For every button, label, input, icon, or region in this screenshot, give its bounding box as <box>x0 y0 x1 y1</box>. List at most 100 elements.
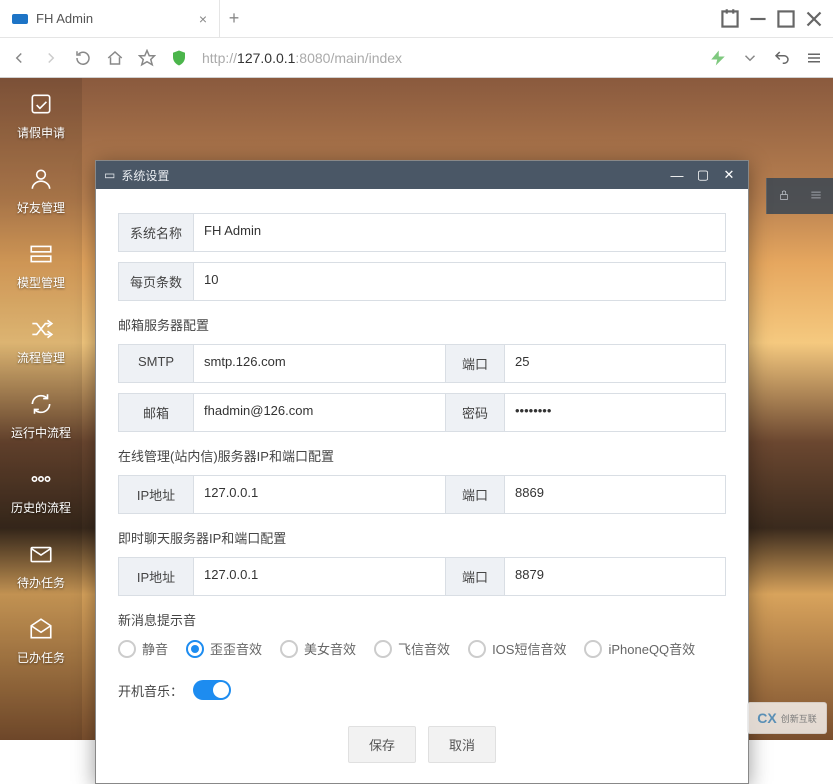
dots-icon <box>27 465 55 493</box>
password-input[interactable]: •••••••• <box>505 394 725 431</box>
back-icon[interactable] <box>10 49 28 67</box>
chat-section-title: 即时聊天服务器IP和端口配置 <box>118 528 726 547</box>
page-size-input[interactable]: 10 <box>194 263 725 300</box>
online-port-input[interactable]: 8869 <box>505 476 725 513</box>
menu-icon[interactable] <box>809 188 823 205</box>
modal-minimize-icon[interactable]: — <box>666 166 688 184</box>
watermark-text: 创新互联 <box>781 712 817 725</box>
pin-icon[interactable] <box>717 8 743 30</box>
url-path: /main/index <box>330 50 402 66</box>
header-right-bar <box>766 178 833 214</box>
maximize-icon[interactable] <box>773 8 799 30</box>
reload-icon[interactable] <box>74 49 92 67</box>
sidebar-item-label: 请假申请 <box>17 124 65 141</box>
star-icon[interactable] <box>138 49 156 67</box>
cancel-button[interactable]: 取消 <box>428 726 496 763</box>
chevron-down-icon[interactable] <box>741 49 759 67</box>
new-tab-button[interactable]: + <box>220 8 248 29</box>
modal-titlebar[interactable]: ▭ 系统设置 — ▢ ✕ <box>96 161 748 189</box>
mail-section-title: 邮箱服务器配置 <box>118 315 726 334</box>
url-host: 127.0.0.1 <box>237 50 295 66</box>
browser-tab[interactable]: FH Admin × <box>0 0 220 37</box>
sidebar-item-label: 流程管理 <box>17 349 65 366</box>
smtp-input[interactable]: smtp.126.com <box>194 345 445 382</box>
modal-maximize-icon[interactable]: ▢ <box>692 166 714 184</box>
sound-radio-iphoneqq[interactable]: iPhoneQQ音效 <box>584 639 695 658</box>
sidebar-item-label: 好友管理 <box>17 199 65 216</box>
chat-port-input[interactable]: 8879 <box>505 558 725 595</box>
home-icon[interactable] <box>106 49 124 67</box>
app-area: 请假申请 好友管理 模型管理 流程管理 运行中流程 历史的流程 待办任务 已办任… <box>0 78 833 740</box>
boot-music-label: 开机音乐： <box>118 681 183 700</box>
sound-radio-ios[interactable]: IOS短信音效 <box>468 639 566 658</box>
mailbox-input[interactable]: fhadmin@126.com <box>194 394 445 431</box>
sound-radio-yy[interactable]: 歪歪音效 <box>186 639 262 658</box>
online-ip-input[interactable]: 127.0.0.1 <box>194 476 445 513</box>
sidebar-item-label: 历史的流程 <box>11 499 71 516</box>
modal-close-icon[interactable]: ✕ <box>718 166 740 184</box>
sound-section-title: 新消息提示音 <box>118 610 726 629</box>
password-label: 密码 <box>445 394 505 431</box>
sidebar: 请假申请 好友管理 模型管理 流程管理 运行中流程 历史的流程 待办任务 已办任… <box>0 78 82 740</box>
sys-name-label: 系统名称 <box>119 214 194 251</box>
url-input[interactable]: http://127.0.0.1:8080/main/index <box>202 50 695 66</box>
sidebar-item-leave[interactable]: 请假申请 <box>17 90 65 141</box>
mailbox-label: 邮箱 <box>119 394 194 431</box>
sidebar-item-running[interactable]: 运行中流程 <box>11 390 71 441</box>
chat-ip-input[interactable]: 127.0.0.1 <box>194 558 445 595</box>
tab-favicon <box>12 14 28 24</box>
sidebar-item-done[interactable]: 已办任务 <box>17 615 65 666</box>
sound-radio-group: 静音 歪歪音效 美女音效 飞信音效 IOS短信音效 iPhoneQQ音效 <box>118 639 726 658</box>
undo-icon[interactable] <box>773 49 791 67</box>
sidebar-item-label: 待办任务 <box>17 574 65 591</box>
online-port-label: 端口 <box>445 476 505 513</box>
sidebar-item-history[interactable]: 历史的流程 <box>11 465 71 516</box>
sidebar-item-todo[interactable]: 待办任务 <box>17 540 65 591</box>
sidebar-item-process[interactable]: 流程管理 <box>17 315 65 366</box>
radio-label: 飞信音效 <box>398 639 450 658</box>
browser-chrome: FH Admin × + http://127.0.0.1:8080/main/… <box>0 0 833 78</box>
refresh-icon <box>27 390 55 418</box>
sidebar-item-model[interactable]: 模型管理 <box>17 240 65 291</box>
sidebar-item-label: 运行中流程 <box>11 424 71 441</box>
edit-icon <box>27 90 55 118</box>
sound-radio-feixin[interactable]: 飞信音效 <box>374 639 450 658</box>
close-icon[interactable] <box>801 8 827 30</box>
mail-open-icon <box>27 615 55 643</box>
modal-body: 系统名称 FH Admin 每页条数 10 邮箱服务器配置 SMTP smtp.… <box>96 189 748 783</box>
lock-icon[interactable] <box>777 188 791 205</box>
chat-port-label: 端口 <box>445 558 505 595</box>
modal-title: 系统设置 <box>121 167 169 184</box>
watermark: CX 创新互联 <box>747 702 827 734</box>
online-ip-label: IP地址 <box>119 476 194 513</box>
close-icon[interactable]: × <box>199 11 207 27</box>
url-protocol: http:// <box>202 50 237 66</box>
radio-label: iPhoneQQ音效 <box>608 639 695 658</box>
radio-label: 歪歪音效 <box>210 639 262 658</box>
settings-modal: ▭ 系统设置 — ▢ ✕ 系统名称 FH Admin 每页条数 10 邮箱服务器… <box>95 160 749 784</box>
sound-radio-mute[interactable]: 静音 <box>118 639 168 658</box>
window-icon: ▭ <box>104 168 115 182</box>
radio-label: IOS短信音效 <box>492 639 566 658</box>
boot-music-toggle[interactable] <box>193 680 231 700</box>
smtp-port-input[interactable]: 25 <box>505 345 725 382</box>
smtp-port-label: 端口 <box>445 345 505 382</box>
page-size-label: 每页条数 <box>119 263 194 300</box>
window-controls <box>717 0 833 37</box>
forward-icon[interactable] <box>42 49 60 67</box>
menu-icon[interactable] <box>805 49 823 67</box>
save-button[interactable]: 保存 <box>348 726 416 763</box>
server-icon <box>27 240 55 268</box>
minimize-icon[interactable] <box>745 8 771 30</box>
sys-name-input[interactable]: FH Admin <box>194 214 725 251</box>
shield-icon[interactable] <box>170 49 188 67</box>
sidebar-item-label: 模型管理 <box>17 274 65 291</box>
chat-ip-label: IP地址 <box>119 558 194 595</box>
flash-icon[interactable] <box>709 49 727 67</box>
sound-radio-beauty[interactable]: 美女音效 <box>280 639 356 658</box>
address-bar: http://127.0.0.1:8080/main/index <box>0 38 833 78</box>
tab-bar: FH Admin × + <box>0 0 833 38</box>
sidebar-item-friends[interactable]: 好友管理 <box>17 165 65 216</box>
radio-label: 美女音效 <box>304 639 356 658</box>
url-port: :8080 <box>295 50 330 66</box>
